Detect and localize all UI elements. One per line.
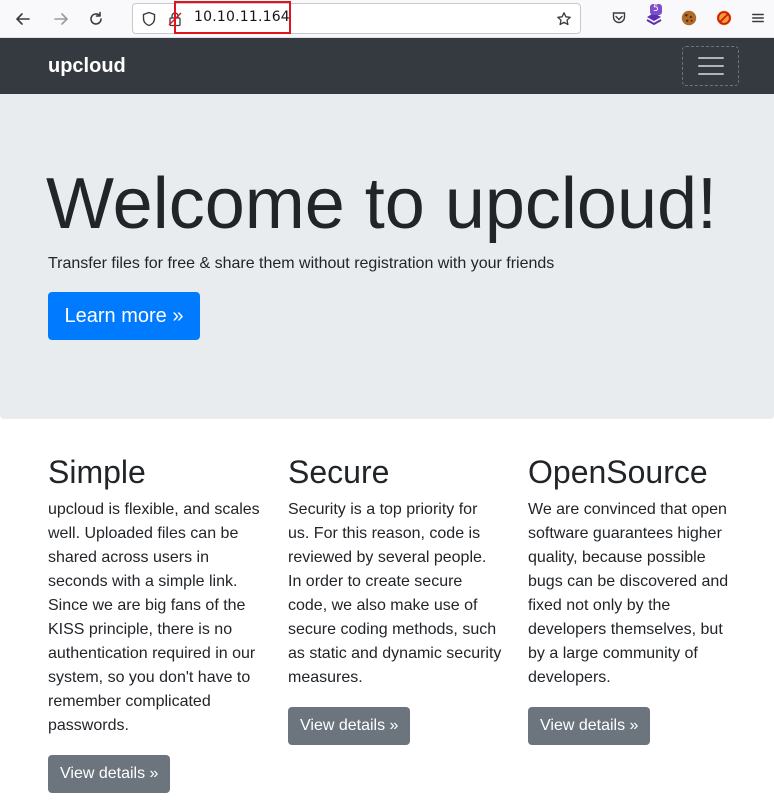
feature-text: upcloud is flexible, and scales well. Up…	[48, 501, 260, 734]
feature-column-opensource: OpenSource We are convinced that open so…	[528, 452, 743, 690]
site-navbar: upcloud	[0, 38, 774, 94]
shield-icon[interactable]	[141, 11, 157, 27]
feature-column-secure: Secure Security is a top priority for us…	[288, 452, 503, 690]
forward-arrow-icon	[54, 13, 68, 25]
reload-button[interactable]	[84, 7, 108, 31]
brand-link[interactable]: upcloud	[48, 55, 126, 78]
view-details-button-opensource[interactable]: View details »	[528, 707, 651, 745]
cookie-icon[interactable]	[679, 8, 699, 28]
hero-title: Welcome to upcloud!	[46, 164, 718, 244]
forward-button[interactable]	[49, 7, 73, 31]
reload-icon	[90, 11, 102, 25]
learn-more-button[interactable]: Learn more »	[48, 292, 200, 340]
hamburger-bar	[697, 57, 724, 59]
feature-title: OpenSource	[528, 454, 708, 490]
feature-column-simple: Simple upcloud is flexible, and scales w…	[48, 452, 263, 738]
back-button[interactable]	[11, 7, 35, 31]
browser-toolbar: 10.10.11.164 5	[0, 0, 774, 38]
pocket-icon[interactable]	[609, 8, 629, 28]
navbar-toggler-button[interactable]	[682, 46, 739, 86]
extension-badge: 5	[650, 4, 662, 15]
view-details-button-secure[interactable]: View details »	[288, 707, 411, 745]
feature-text: We are convinced that open software guar…	[528, 501, 729, 686]
hamburger-bar	[697, 65, 724, 67]
bookmark-star-icon[interactable]	[556, 11, 572, 27]
back-arrow-icon	[16, 13, 30, 25]
hero-subtitle: Transfer files for free & share them wit…	[48, 255, 555, 272]
menu-icon[interactable]	[748, 8, 768, 28]
hamburger-bar	[697, 73, 724, 75]
feature-title: Simple	[48, 454, 146, 490]
blocker-icon[interactable]	[714, 8, 734, 28]
url-text[interactable]: 10.10.11.164	[194, 9, 290, 25]
feature-text: Security is a top priority for us. For t…	[288, 501, 502, 686]
view-details-button-simple[interactable]: View details »	[48, 755, 171, 793]
hero-section: Welcome to upcloud! Transfer files for f…	[0, 94, 774, 419]
feature-title: Secure	[288, 454, 390, 490]
